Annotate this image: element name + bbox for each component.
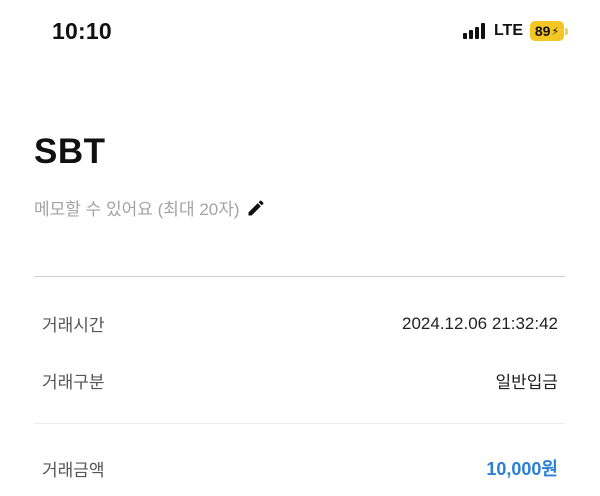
detail-row-type: 거래구분 일반입금 bbox=[42, 368, 558, 393]
time-label: 거래시간 bbox=[42, 316, 105, 335]
type-label: 거래구분 bbox=[42, 373, 105, 392]
memo-placeholder: 메모할 수 있어요 (최대 20자) bbox=[34, 200, 240, 219]
page-title: SBT bbox=[34, 132, 106, 171]
signal-bars-icon bbox=[462, 23, 485, 39]
detail-row-time: 거래시간 2024.12.06 21:32:42 bbox=[42, 311, 558, 336]
status-indicators: LTE 89 ⚡ bbox=[462, 21, 568, 41]
type-value: 일반입금 bbox=[495, 373, 558, 392]
battery-level: 89 bbox=[534, 23, 551, 39]
status-bar: 10:10 LTE 89 ⚡ bbox=[0, 0, 600, 66]
section-divider bbox=[34, 276, 565, 277]
pencil-icon[interactable] bbox=[246, 198, 266, 218]
status-time: 10:10 bbox=[52, 18, 112, 44]
network-type: LTE bbox=[493, 22, 523, 39]
memo-edit-button[interactable]: 메모할 수 있어요 (최대 20자) bbox=[34, 195, 266, 220]
amount-value: 10,000원 bbox=[486, 459, 558, 479]
time-value: 2024.12.06 21:32:42 bbox=[402, 313, 558, 333]
detail-row-amount: 거래금액 10,000원 bbox=[42, 455, 558, 481]
bolt-icon: ⚡ bbox=[551, 25, 560, 38]
battery-charging-icon: 89 ⚡ bbox=[530, 21, 568, 41]
amount-label: 거래금액 bbox=[42, 460, 105, 480]
row-divider bbox=[34, 423, 565, 424]
